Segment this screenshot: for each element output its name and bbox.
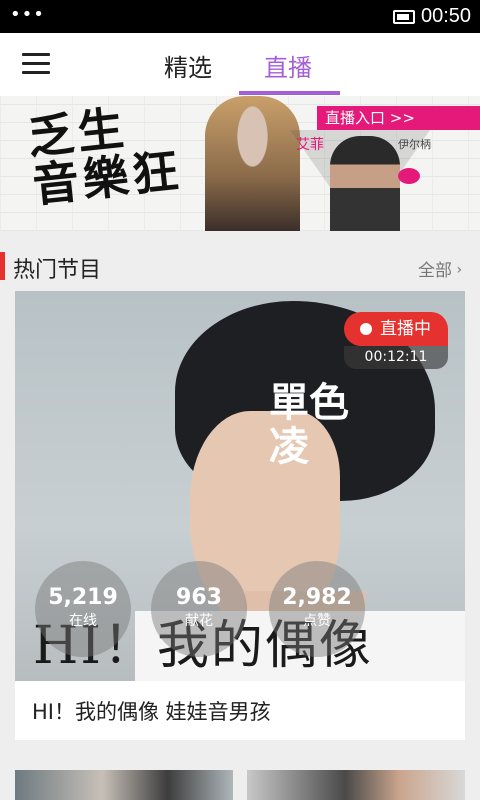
top-bar: 精选 直播	[0, 33, 480, 96]
stat-online-label: 在线	[69, 613, 97, 629]
stat-likes-label: 点赞	[303, 613, 331, 629]
battery-icon	[393, 10, 415, 24]
program-thumbnail[interactable]	[15, 770, 233, 800]
cover-title-calligraphy: 單色 凌	[269, 379, 349, 470]
status-time: 00:50	[421, 5, 472, 27]
next-program-row	[0, 770, 480, 800]
banner-singer-photo-left	[205, 96, 300, 231]
banner-calligraphy: 乏生 音樂狂	[25, 100, 185, 213]
section-header-hot: 热门节目 全部 ›	[0, 252, 480, 283]
banner-singer-photo-right	[330, 136, 400, 231]
banner-pink-accent	[398, 168, 420, 184]
stat-online: 5,219 在线	[35, 561, 131, 657]
stat-online-value: 5,219	[48, 585, 118, 610]
tab-live[interactable]: 直播	[264, 48, 312, 83]
stat-flowers: 963 献花	[151, 561, 247, 657]
chevron-right-icon: ›	[452, 262, 463, 278]
live-status-badge: 直播中 00:12:11	[344, 312, 448, 369]
live-label-pill: 直播中	[344, 312, 448, 346]
status-bar: ••• 00:50	[0, 0, 480, 33]
banner-name-tag-left: 艾菲	[296, 137, 324, 153]
live-dot-icon	[360, 323, 372, 335]
banner-name-tag-right: 伊尔柄	[398, 138, 431, 151]
notification-dots-icon: •••	[10, 4, 45, 25]
menu-icon[interactable]	[22, 53, 50, 75]
stat-likes: 2,982 点赞	[269, 561, 365, 657]
live-entry-link[interactable]: 直播入口 >>	[317, 106, 480, 130]
stat-likes-value: 2,982	[282, 585, 352, 610]
program-thumbnail[interactable]	[247, 770, 465, 800]
program-caption-bar: HI！我的偶像 娃娃音男孩	[15, 681, 465, 740]
live-label: 直播中	[380, 319, 431, 339]
section-accent-bar	[0, 252, 5, 280]
tab-featured[interactable]: 精选	[164, 48, 212, 83]
live-elapsed-time: 00:12:11	[344, 346, 448, 369]
stat-flowers-label: 献花	[185, 613, 213, 629]
featured-program-card[interactable]: 單色 凌 HI！我的偶像 直播中 00:12:11 5,219 在线 963 献…	[15, 291, 465, 740]
active-tab-indicator	[239, 91, 340, 95]
view-all-link[interactable]: 全部 ›	[418, 256, 462, 281]
view-all-label: 全部	[418, 261, 452, 281]
program-cover-photo: 單色 凌 HI！我的偶像 直播中 00:12:11 5,219 在线 963 献…	[15, 291, 465, 681]
stat-flowers-value: 963	[176, 585, 222, 610]
promo-banner[interactable]: 乏生 音樂狂 直播入口 >> 艾菲 伊尔柄	[0, 96, 480, 231]
program-caption: HI！我的偶像 娃娃音男孩	[32, 700, 271, 724]
section-title: 热门节目	[13, 258, 102, 283]
